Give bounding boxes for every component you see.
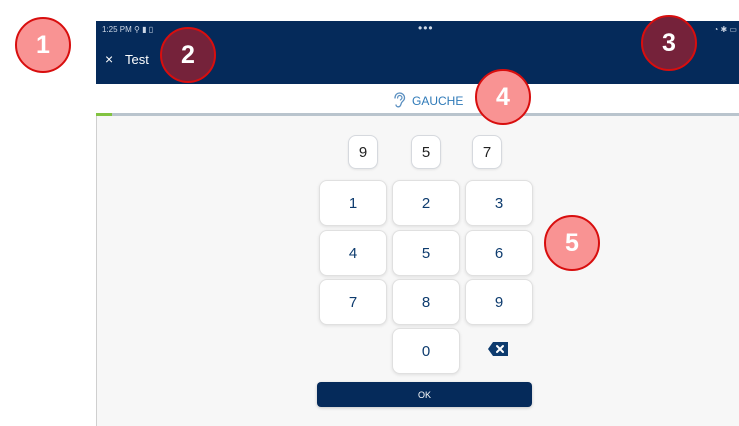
- status-time: 1:25 PM ⚲ ▮ ▯: [102, 25, 154, 34]
- annotation-badge-2: 2: [160, 27, 216, 83]
- ok-button[interactable]: OK: [317, 382, 532, 407]
- keypad-key-6[interactable]: 6: [465, 230, 533, 276]
- left-divider: [96, 116, 97, 426]
- keypad-key-4[interactable]: 4: [319, 230, 387, 276]
- sequence-digit: 9: [348, 135, 378, 169]
- ear-indicator: GAUCHE: [392, 92, 463, 110]
- keypad-key-0[interactable]: 0: [392, 328, 460, 374]
- backspace-icon[interactable]: [486, 339, 510, 359]
- keypad-key-8[interactable]: 8: [392, 279, 460, 325]
- keypad-key-3[interactable]: 3: [465, 180, 533, 226]
- annotation-badge-3: 3: [641, 15, 697, 71]
- ear-indicator-row: GAUCHE: [96, 84, 739, 114]
- progress-fill: [96, 113, 113, 116]
- progress-bar: [96, 113, 739, 116]
- ear-label: GAUCHE: [412, 94, 464, 108]
- keypad-key-7[interactable]: 7: [319, 279, 387, 325]
- page-title: Test: [125, 52, 149, 67]
- multitask-dots[interactable]: •••: [418, 21, 434, 35]
- status-icons: ◔ ✱ ▭: [713, 25, 737, 34]
- annotation-badge-4: 4: [475, 69, 531, 125]
- keypad-key-2[interactable]: 2: [392, 180, 460, 226]
- annotation-badge-1: 1: [15, 17, 71, 73]
- keypad-key-9[interactable]: 9: [465, 279, 533, 325]
- ear-icon: [392, 92, 406, 110]
- sequence-digit: 5: [411, 135, 441, 169]
- keypad-key-5[interactable]: 5: [392, 230, 460, 276]
- keypad-key-1[interactable]: 1: [319, 180, 387, 226]
- close-icon[interactable]: ×: [105, 51, 113, 67]
- annotation-badge-5: 5: [544, 215, 600, 271]
- sequence-digit: 7: [472, 135, 502, 169]
